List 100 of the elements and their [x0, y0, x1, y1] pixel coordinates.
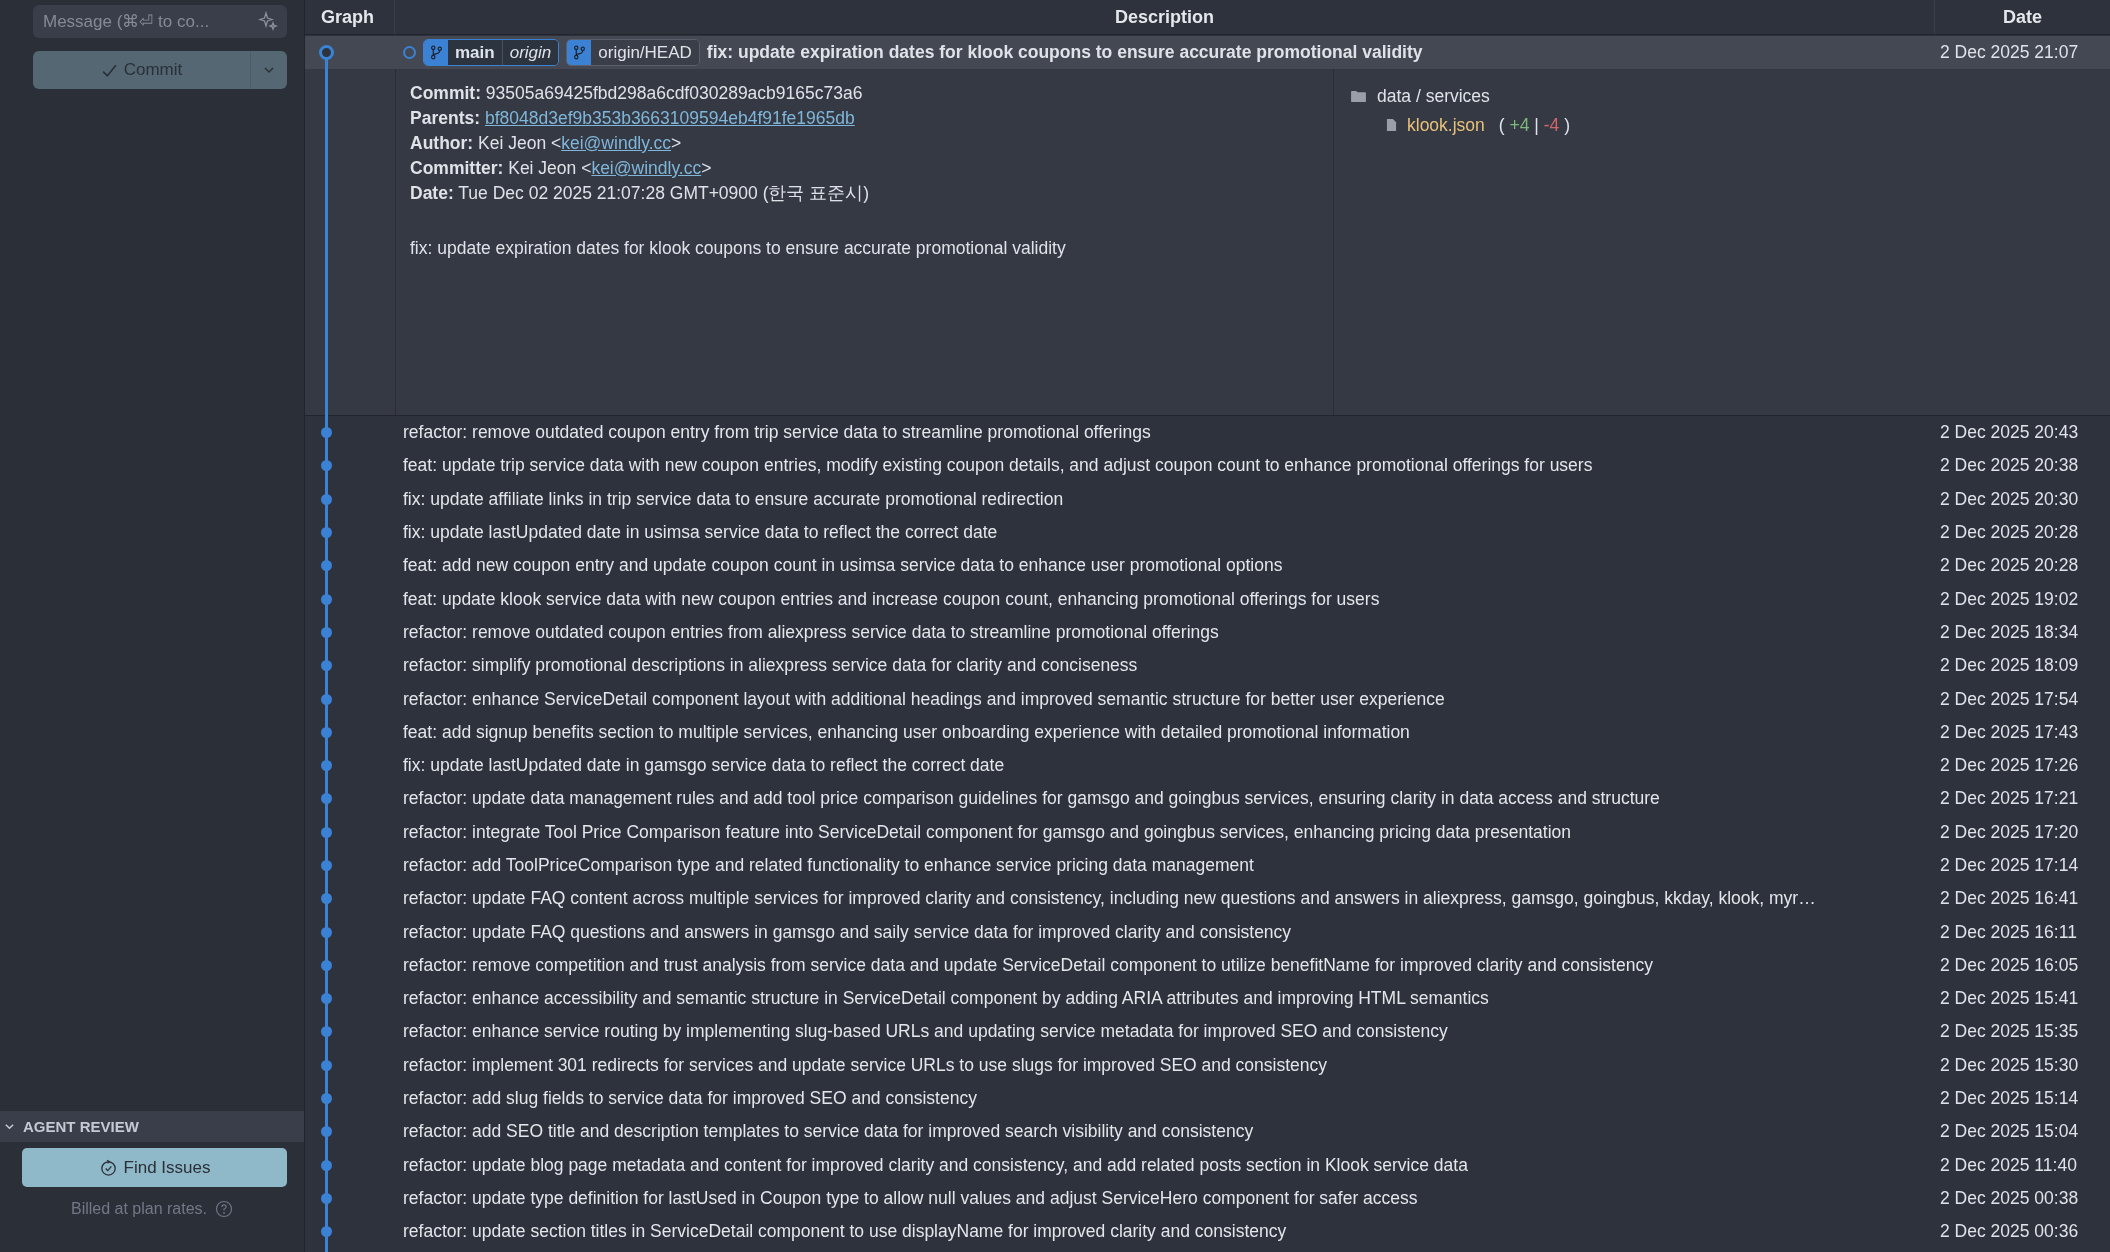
commit-date: 2 Dec 2025 20:28	[1939, 555, 2080, 577]
commit-row[interactable]: refactor: update FAQ content across multiple services for improved clarity and consistency, including new questions and answers in aliexpress, gamsgo, goingbus, kkday, klook, myr… 2 Dec 2025 16:41	[305, 882, 2110, 916]
chevron-icon	[4, 1121, 15, 1132]
commit-message: refactor: update blog page metadata and content for improved clarity and consistency, and add related posts section in Klook service data	[403, 1154, 1468, 1176]
find-issues-button[interactable]: Find Issues	[22, 1148, 287, 1187]
commit-message: refactor: add SEO title and description templates to service data for improved search visibility and consistency	[403, 1121, 1254, 1143]
clock-check-icon	[98, 1158, 118, 1177]
file-icon	[1386, 118, 1397, 132]
branch-tag[interactable]: main origin	[423, 39, 560, 66]
committer-line: Committer: Kei Jeon <kei@windly.cc>	[410, 157, 713, 180]
commit-row[interactable]: refactor: enhance accessibility and semantic structure in ServiceDetail component by adding ARIA attributes and improving HTML semantics 2 Dec 2025 15:41	[305, 982, 2110, 1016]
commit-message: refactor: update type definition for lastUsed in Coupon type to allow null values and adjust ServiceHero component for safer access	[403, 1187, 1418, 1209]
commit-date: 2 Dec 2025 11:40	[1939, 1154, 2078, 1176]
commit-body: fix: update expiration dates for klook coupons to ensure accurate promotional validity	[410, 237, 1067, 260]
commit-row[interactable]: fix: update lastUpdated date in gamsgo service data to reflect the correct date 2 Dec 2025 17:26	[305, 748, 2110, 783]
commit-row[interactable]: refactor: update FAQ questions and answers in gamsgo and saily service data for improved clarity and consistency 2 Dec 2025 16:11	[305, 915, 2110, 949]
commit-date: 2 Dec 2025 18:34	[1939, 621, 2080, 643]
commit-date: 2 Dec 2025 17:54	[1939, 688, 2080, 710]
commit-message: refactor: simplify promotional descriptions in aliexpress service data for clarity and conciseness	[403, 655, 1138, 677]
commit-date: 2 Dec 2025 20:38	[1939, 455, 2080, 477]
column-header[interactable]: Graph	[305, 0, 395, 34]
commit-row[interactable]: refactor: update section titles in ServiceDetail component to use displayName for improved clarity and consistency 2 Dec 2025 00:36	[305, 1215, 2110, 1249]
folder-item[interactable]: data / services	[1350, 82, 2110, 110]
commit-message: fix: update affiliate links in trip service data to ensure accurate promotional redirection	[403, 488, 1064, 510]
commit-row[interactable]: feat: update trip service data with new coupon entries, modify existing coupon details, and adjust coupon count to enhance promotional offerings for users 2 Dec 2025 20:38	[305, 449, 2110, 483]
section-title: AGENT REVIEW	[23, 1118, 139, 1135]
commit-options-button[interactable]	[251, 51, 287, 89]
selected-commit-row[interactable]: main origin origin/HEAD fix: update expiration dates for klook coupons to ensure accurate promotional validity 2 Dec 2025 21:07	[305, 36, 2110, 69]
commit-message: refactor: enhance accessibility and semantic structure in ServiceDetail component by adding ARIA attributes and improving HTML semantics	[403, 988, 1489, 1010]
agent-review-header[interactable]: AGENT REVIEW	[0, 1111, 304, 1142]
commit-date: 2 Dec 2025 15:04	[1939, 1121, 2080, 1143]
commit-row[interactable]: refactor: add ToolPriceComparison type and related functionality to enhance service pricing data management 2 Dec 2025 17:14	[305, 848, 2110, 883]
commit-row[interactable]: refactor: add SEO title and description templates to service data for improved search visibility and consistency 2 Dec 2025 15:04	[305, 1115, 2110, 1149]
commit-row[interactable]: feat: update klook service data with new coupon entries and increase coupon count, enhancing promotional offerings for users 2 Dec 2025 19:02	[305, 582, 2110, 616]
commit-message: refactor: update data management rules and add tool price comparison guidelines for gamsgo and goingbus services, ensuring clarity in data access and structure	[403, 788, 1660, 810]
commit-message: refactor: add ToolPriceComparison type and related functionality to enhance service pricing data management	[403, 855, 1254, 876]
commit-message: refactor: update section titles in ServiceDetail component to use displayName for improved clarity and consistency	[403, 1221, 1287, 1243]
email-link[interactable]: kei@windly.cc	[561, 133, 672, 153]
commit-message: refactor: update FAQ questions and answers in gamsgo and saily service data for improved clarity and consistency	[403, 921, 1292, 943]
commit-date: 2 Dec 2025 16:11	[1939, 921, 2078, 943]
commit-date: 2 Dec 2025 20:30	[1939, 488, 2080, 510]
branch-tag[interactable]: origin/HEAD	[566, 39, 700, 66]
commit-message: feat: update klook service data with new coupon entries and increase coupon count, enhancing promotional offerings for users	[403, 588, 1380, 610]
commit-date: 2 Dec 2025 17:14	[1939, 855, 2080, 876]
commit-date: 2 Dec 2025 15:30	[1939, 1054, 2080, 1076]
commit-row[interactable]: refactor: remove outdated coupon entry from trip service data to streamline promotional offerings 2 Dec 2025 20:43	[305, 416, 2110, 450]
commit-message: refactor: remove competition and trust analysis from service data and update ServiceDetail component to utilize benefitName for improved clarity and consistency	[403, 954, 1653, 976]
message-field[interactable]: Message (⌘⏎ to co...	[33, 5, 287, 38]
commit-date: 2 Dec 2025 17:21	[1939, 788, 2080, 810]
commit-message: fix: update lastUpdated date in gamsgo service data to reflect the correct date	[403, 755, 1005, 777]
billing-note: Billed at plan rates.	[70, 1200, 208, 1218]
commit-row[interactable]: refactor: implement 301 redirects for services and update service URLs to use slugs for improved SEO and consistency 2 Dec 2025 15:30	[305, 1048, 2110, 1082]
folder-icon	[1350, 89, 1367, 103]
commit-row[interactable]: refactor: update type definition for lastUsed in Coupon type to allow null values and adjust ServiceHero component for safer access 2 Dec 2025 00:38	[305, 1181, 2110, 1216]
commit-row[interactable]: refactor: update data management rules and add tool price comparison guidelines for gamsgo and goingbus services, ensuring clarity in data access and structure 2 Dec 2025 17:21	[305, 782, 2110, 816]
commit-date: 2 Dec 2025 15:35	[1939, 1021, 2080, 1043]
commit-date: 2 Dec 2025 15:14	[1939, 1088, 2080, 1110]
help-icon[interactable]	[215, 1200, 234, 1218]
column-header[interactable]: Date	[1934, 0, 2110, 34]
file-name: klook.json	[1407, 114, 1485, 136]
commit-date: 2 Dec 2025 18:09	[1939, 655, 2080, 677]
commit-message: refactor: add slug fields to service data for improved SEO and consistency	[403, 1088, 977, 1110]
commit-date: 2 Dec 2025 20:28	[1939, 522, 2080, 544]
commit-message: fix: update lastUpdated date in usimsa service data to reflect the correct date	[403, 522, 998, 544]
column-header[interactable]: Description	[395, 0, 1934, 34]
commit-date: 2 Dec 2025 17:20	[1939, 821, 2080, 843]
commit-date: 2 Dec 2025 19:02	[1939, 588, 2080, 610]
commit-date: 2 Dec 2025 16:05	[1939, 954, 2080, 976]
commit-row[interactable]: refactor: remove outdated coupon entries from aliexpress service data to streamline promotional offerings 2 Dec 2025 18:34	[305, 615, 2110, 650]
commit-row[interactable]: fix: update lastUpdated date in usimsa service data to reflect the correct date 2 Dec 2025 20:28	[305, 515, 2110, 550]
commit-hash: Commit: 93505a69425fbd298a6cdf030289acb9165c73a6	[410, 82, 864, 105]
commit-date: 2 Dec 2025 00:38	[1939, 1187, 2080, 1209]
commit-row[interactable]: refactor: integrate Tool Price Comparison feature into ServiceDetail component for gamsgo and goingbus services, enhancing pricing data presentation 2 Dec 2025 17:20	[305, 815, 2110, 849]
commit-message: feat: add signup benefits section to multiple services, enhancing user onboarding experience with detailed promotional information	[403, 721, 1410, 743]
commit-date: 2 Dec 2025 15:41	[1939, 988, 2080, 1010]
commit-date: 2 Dec 2025 21:07	[1939, 42, 2080, 63]
sparkle-icon[interactable]	[258, 11, 278, 31]
commit-message: refactor: remove outdated coupon entries from aliexpress service data to streamline promotional offerings	[403, 621, 1219, 643]
commit-row[interactable]: feat: add signup benefits section to multiple services, enhancing user onboarding experience with detailed promotional information 2 Dec 2025 17:43	[305, 715, 2110, 749]
email-link[interactable]: kei@windly.cc	[591, 158, 702, 178]
commit-row[interactable]: refactor: enhance ServiceDetail component layout with additional headings and improved semantic structure for better user experience 2 Dec 2025 17:54	[305, 682, 2110, 716]
branch-icon	[429, 45, 443, 60]
commit-row[interactable]: refactor: add slug fields to service data for improved SEO and consistency 2 Dec 2025 15:14	[305, 1081, 2110, 1116]
commit-row[interactable]: refactor: enhance service routing by implementing slug-based URLs and updating service metadata for improved SEO and consistency 2 Dec 2025 15:35	[305, 1015, 2110, 1049]
parent-hash: Parents: bf8048d3ef9b353b3663109594eb4f91fe1965db	[410, 107, 856, 130]
parent-link[interactable]: bf8048d3ef9b353b3663109594eb4f91fe1965db	[484, 108, 855, 128]
chevron-down-icon	[263, 64, 275, 76]
commit-row[interactable]: fix: update affiliate links in trip service data to ensure accurate promotional redirection 2 Dec 2025 20:30	[305, 482, 2110, 516]
commit-row[interactable]: refactor: simplify promotional descriptions in aliexpress service data for clarity and conciseness 2 Dec 2025 18:09	[305, 649, 2110, 683]
commit-message: refactor: enhance service routing by implementing slug-based URLs and updating service metadata for improved SEO and consistency	[403, 1021, 1448, 1043]
commit-message: refactor: remove outdated coupon entry from trip service data to streamline promotional offerings	[403, 422, 1151, 444]
commit-message: refactor: enhance ServiceDetail component layout with additional headings and improved semantic structure for better user experience	[403, 688, 1445, 710]
commit-row[interactable]: feat: add new coupon entry and update coupon count in usimsa service data to enhance user promotional options 2 Dec 2025 20:28	[305, 549, 2110, 583]
commit-date: 2 Dec 2025 20:43	[1939, 422, 2080, 444]
branch-icon	[572, 45, 586, 60]
commit-row[interactable]: refactor: update blog page metadata and content for improved clarity and consistency, and add related posts section in Klook service data 2 Dec 2025 11:40	[305, 1148, 2110, 1182]
commit-message: feat: update trip service data with new coupon entries, modify existing coupon details, and adjust coupon count to enhance promotional offerings for users	[403, 455, 1593, 477]
commit-message: refactor: implement 301 redirects for services and update service URLs to use slugs for improved SEO and consistency	[403, 1054, 1328, 1076]
commit-row[interactable]: refactor: remove competition and trust analysis from service data and update ServiceDetail component to utilize benefitName for improved clarity and consistency 2 Dec 2025 16:05	[305, 948, 2110, 983]
file-item[interactable]: klook.json ( +4 | -4 )	[1350, 110, 2110, 140]
